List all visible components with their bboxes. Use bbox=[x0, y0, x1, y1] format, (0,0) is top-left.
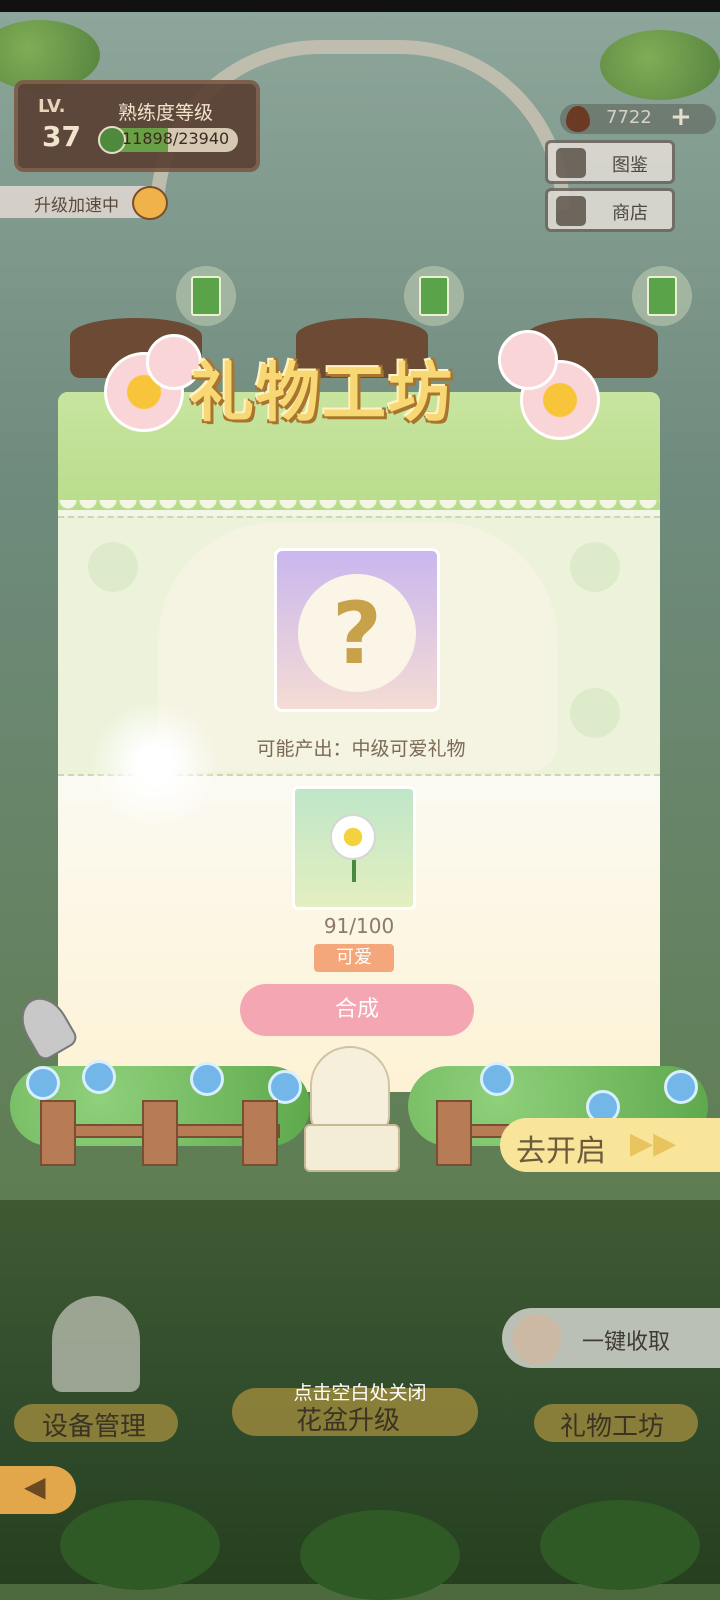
glow-effect bbox=[90, 700, 220, 830]
ingredient-count: 91/100 bbox=[323, 914, 395, 938]
shop-button[interactable]: 商店 bbox=[545, 188, 675, 232]
speedup-text: 升级加速中 bbox=[34, 196, 119, 216]
level-value: 37 bbox=[42, 120, 81, 153]
seed-packet-bubble[interactable] bbox=[176, 266, 236, 326]
pot-upgrade-label: 花盆升级 bbox=[296, 1406, 401, 1436]
shop-label: 商店 bbox=[612, 203, 648, 224]
seed-icon bbox=[566, 106, 590, 132]
seed-packet-bubble[interactable] bbox=[404, 266, 464, 326]
proficiency-title: 熟练度等级 bbox=[118, 102, 214, 124]
fence-post bbox=[436, 1100, 472, 1166]
morning-glory-flower bbox=[26, 1066, 60, 1100]
encyclopedia-label: 图鉴 bbox=[612, 155, 648, 176]
proficiency-value: 11898/23940 bbox=[122, 129, 230, 148]
morning-glory-flower bbox=[82, 1060, 116, 1094]
bush-decoration bbox=[300, 1510, 460, 1600]
status-bar bbox=[0, 0, 720, 12]
add-seed-button[interactable]: + bbox=[670, 102, 692, 132]
encyclopedia-button[interactable]: 图鉴 bbox=[545, 140, 675, 184]
seed-packet-icon bbox=[419, 276, 449, 316]
fence-post bbox=[40, 1100, 76, 1166]
book-icon bbox=[556, 148, 586, 178]
clover-decoration bbox=[88, 542, 138, 592]
bush-decoration bbox=[60, 1500, 220, 1590]
device-management-label: 设备管理 bbox=[42, 1412, 147, 1442]
level-label: LV. bbox=[38, 96, 66, 117]
question-mark-icon: ? bbox=[332, 584, 382, 684]
close-hint: 点击空白处关闭 bbox=[293, 1382, 427, 1404]
double-arrow-icon: ▶▶ bbox=[630, 1126, 677, 1161]
gift-workshop-label: 礼物工坊 bbox=[560, 1412, 665, 1442]
synthesize-button[interactable]: 合成 bbox=[240, 984, 474, 1036]
seed-packet-icon bbox=[191, 276, 221, 316]
character-avatar-icon bbox=[132, 186, 168, 220]
fence-post bbox=[242, 1100, 278, 1166]
seed-count: 7722 bbox=[606, 107, 652, 128]
seed-packet-bubble[interactable] bbox=[632, 266, 692, 326]
seed-packet-icon bbox=[647, 276, 677, 316]
bunny-statue bbox=[310, 1046, 390, 1136]
go-open-label: 去开启 bbox=[516, 1134, 606, 1169]
vine-leaves bbox=[600, 30, 720, 100]
fence-post bbox=[142, 1100, 178, 1166]
back-arrow-icon: ◀ bbox=[24, 1470, 46, 1503]
shop-icon bbox=[556, 196, 586, 226]
collect-all-label: 一键收取 bbox=[582, 1330, 671, 1355]
shovel-collect-icon bbox=[512, 1314, 562, 1364]
bush-decoration bbox=[540, 1500, 700, 1590]
clover-decoration bbox=[570, 688, 620, 738]
morning-glory-flower bbox=[664, 1070, 698, 1104]
bunny-pedestal bbox=[304, 1124, 400, 1172]
morning-glory-flower bbox=[190, 1062, 224, 1096]
flower-decoration bbox=[498, 330, 558, 390]
scalloped-edge bbox=[58, 496, 660, 514]
clover-decoration bbox=[570, 542, 620, 592]
morning-glory-flower bbox=[268, 1070, 302, 1104]
morning-glory-flower bbox=[480, 1062, 514, 1096]
modal-title: 礼物工坊 bbox=[190, 357, 454, 431]
daisy-icon bbox=[330, 814, 376, 860]
flower-center bbox=[543, 383, 577, 417]
ingredient-tag: 可爱 bbox=[314, 944, 394, 972]
